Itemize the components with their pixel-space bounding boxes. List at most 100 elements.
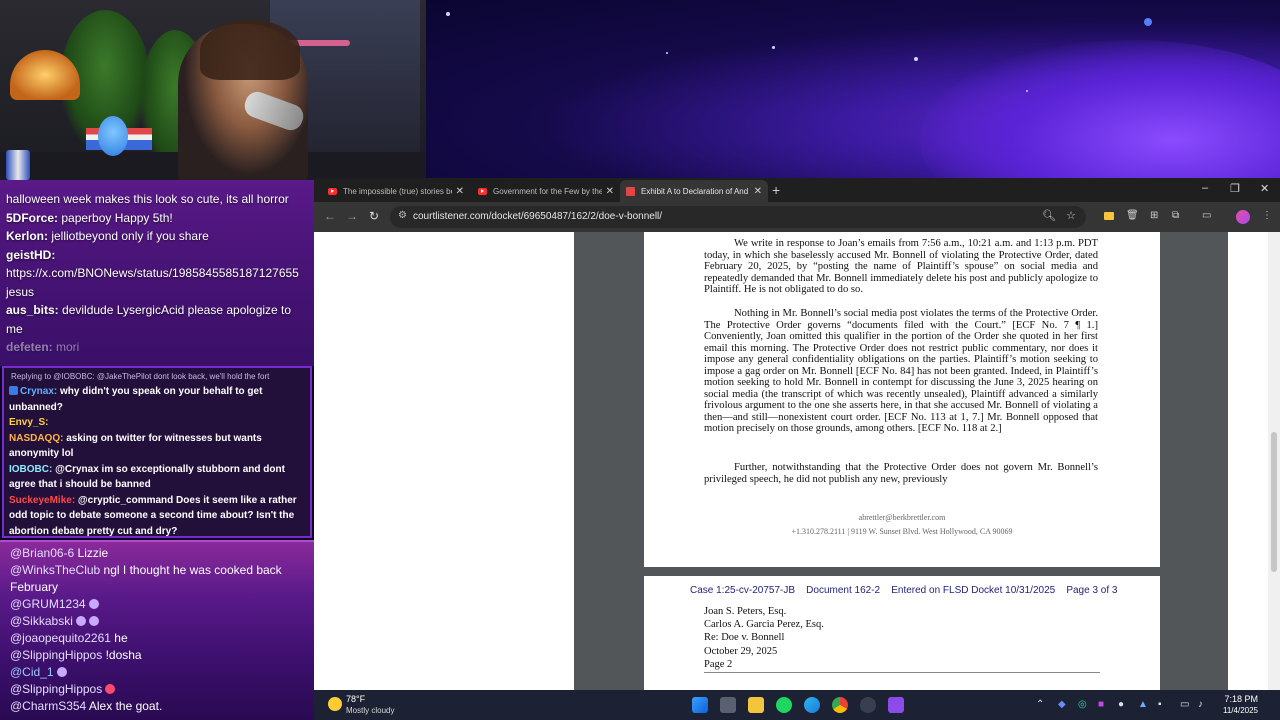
task-view-icon[interactable] xyxy=(720,697,736,713)
twitch-icon[interactable] xyxy=(888,697,904,713)
chat-link[interactable]: https://x.com/BNONews/status/19858455851… xyxy=(6,266,299,280)
chat-message: defeten: mori xyxy=(6,338,308,357)
youtube-icon xyxy=(328,187,337,195)
tab-title: Exhibit A to Declaration of And xyxy=(641,186,749,196)
bookmark-star-icon[interactable]: ☆ xyxy=(1066,209,1076,222)
tray-app-icon[interactable]: ◆ xyxy=(1058,699,1066,710)
puzzle-icon[interactable]: ⧉ xyxy=(1172,210,1179,221)
chat-username: @Cid_1 xyxy=(10,665,54,679)
chat-message: Kerlon: jelliotbeyond only if you share xyxy=(6,227,308,246)
emote-icon xyxy=(75,616,86,626)
pdf-document-view[interactable]: We write in response to Joan’s emails fr… xyxy=(574,232,1228,690)
letter-header: Joan S. Peters, Esq. Carlos A. Garcia Pe… xyxy=(704,605,824,671)
obs-icon[interactable] xyxy=(860,697,876,713)
chat-message: @CharmS354 Alex the goat. xyxy=(10,698,304,715)
tray-app-icon[interactable]: ◎ xyxy=(1078,699,1087,710)
tray-app-icon[interactable]: ■ xyxy=(1098,699,1104,710)
chat-text: he xyxy=(110,631,128,645)
edge-icon[interactable] xyxy=(804,697,820,713)
pdf-page-2: We write in response to Joan’s emails fr… xyxy=(644,232,1160,567)
chat-text: mori xyxy=(52,340,80,354)
scrollbar[interactable] xyxy=(1268,232,1280,690)
close-window-button[interactable]: ✕ xyxy=(1260,182,1269,195)
streamer-hair xyxy=(200,20,300,80)
site-info-icon[interactable]: ⚙ xyxy=(398,210,407,221)
nebula-wave xyxy=(920,40,1280,180)
close-icon[interactable]: ✕ xyxy=(456,186,464,197)
emote-icon xyxy=(56,667,67,677)
pdf-icon xyxy=(626,186,635,196)
profile-avatar[interactable] xyxy=(1236,210,1250,224)
star xyxy=(1026,90,1028,92)
chat-text: Alex the goat. xyxy=(86,699,163,713)
weather-desc[interactable]: Mostly cloudy xyxy=(346,706,394,715)
tab-pdf-active[interactable]: Exhibit A to Declaration of And ✕ xyxy=(620,180,768,202)
chat-username: @CharmS354 xyxy=(10,699,87,713)
steam-icon[interactable]: ● xyxy=(1118,699,1124,710)
volume-icon[interactable]: ♪ xyxy=(1198,699,1203,710)
tray-app-icon[interactable]: ▪ xyxy=(1158,699,1162,710)
star xyxy=(914,57,918,61)
new-tab-button[interactable]: + xyxy=(772,182,780,198)
pdf-viewer: We write in response to Joan’s emails fr… xyxy=(314,232,1280,690)
address-line: October 29, 2025 xyxy=(704,645,778,657)
forward-icon[interactable]: → xyxy=(346,209,358,223)
extension-icon[interactable]: ⊞ xyxy=(1150,210,1158,221)
sidepanel-icon[interactable]: ▭ xyxy=(1202,210,1211,221)
clock-time[interactable]: 7:18 PM xyxy=(1214,694,1258,704)
chat-message: @SlippingHippos xyxy=(10,681,304,698)
url-text[interactable]: courtlistener.com/docket/69650487/162/2/… xyxy=(413,211,662,222)
pdf-page-3: Case 1:25-cv-20757-JB Document 162-2 Ent… xyxy=(644,576,1160,690)
chat-username: Kerlon: xyxy=(6,229,48,243)
address-line: Joan S. Peters, Esq. xyxy=(704,606,787,617)
chat-username: geistHD: xyxy=(6,247,56,262)
tab-youtube-2[interactable]: Government for the Few by the ✕ xyxy=(472,180,620,202)
start-icon[interactable] xyxy=(692,697,708,713)
pdf-paragraph: Further, notwithstanding that the Protec… xyxy=(704,462,1098,485)
chat-text: jesus xyxy=(6,284,35,299)
tab-youtube-1[interactable]: The impossible (true) stories be ✕ xyxy=(322,180,470,202)
chat-username: @WinksTheClub xyxy=(10,563,101,577)
badge-icon xyxy=(9,386,18,395)
chat-message: IOBOBC: @Crynax im so exceptionally stub… xyxy=(9,462,305,493)
chat-message: @Cid_1 xyxy=(10,664,304,681)
minimize-button[interactable]: – xyxy=(1202,182,1208,194)
address-line: Carlos A. Garcia Perez, Esq. xyxy=(704,619,824,631)
pdf-left-margin xyxy=(314,232,574,690)
browser-window: The impossible (true) stories be ✕ Gover… xyxy=(314,178,1280,690)
folder-icon[interactable] xyxy=(1104,212,1114,220)
emote-icon xyxy=(88,616,99,626)
chat-message: Crynax: why didn't you speak on your beh… xyxy=(9,384,305,415)
restore-button[interactable]: ❐ xyxy=(1230,182,1240,195)
weather-icon[interactable] xyxy=(328,697,342,711)
scrollbar-thumb[interactable] xyxy=(1271,432,1277,572)
tray-app-icon[interactable]: ▲ xyxy=(1138,699,1148,710)
chrome-icon[interactable] xyxy=(832,697,848,713)
clock-date[interactable]: 11/4/2025 xyxy=(1214,706,1258,715)
menu-icon[interactable]: ⋮ xyxy=(1262,210,1272,221)
chat-text: halloween week makes this look so cute, … xyxy=(6,192,289,206)
spotify-icon[interactable] xyxy=(776,697,792,713)
zoom-icon[interactable]: 🔍︎ xyxy=(1042,209,1056,222)
close-icon[interactable]: ✕ xyxy=(606,186,614,197)
chat-text: paperboy Happy 5th! xyxy=(58,210,173,225)
chat-username: @Brian06-6 xyxy=(10,546,75,560)
chat-message: @Brian06-6 Lizzie xyxy=(10,545,304,562)
network-icon[interactable]: ▭ xyxy=(1180,699,1189,710)
close-icon[interactable]: ✕ xyxy=(754,186,762,197)
docket-stamp: Case 1:25-cv-20757-JB Document 162-2 Ent… xyxy=(690,585,1118,596)
trash-icon[interactable]: 🗑︎ xyxy=(1126,210,1139,221)
back-icon[interactable]: ← xyxy=(324,209,336,223)
weather-temp[interactable]: 78°F xyxy=(346,694,365,704)
address-bar[interactable]: ⚙ courtlistener.com/docket/69650487/162/… xyxy=(390,206,1086,228)
file-explorer-icon[interactable] xyxy=(748,697,764,713)
chat-text: jelliotbeyond only if you share xyxy=(48,229,209,243)
pdf-paragraph: We write in response to Joan’s emails fr… xyxy=(704,238,1098,295)
reload-icon[interactable]: ↻ xyxy=(369,209,379,223)
divider xyxy=(704,672,1100,673)
chevron-up-icon[interactable]: ⌃ xyxy=(1036,699,1044,710)
chat-username: defeten: xyxy=(6,340,53,354)
chat-message: aus_bits: devildude LysergicAcid please … xyxy=(6,301,308,338)
star xyxy=(446,12,450,16)
stream-background xyxy=(426,0,1280,180)
